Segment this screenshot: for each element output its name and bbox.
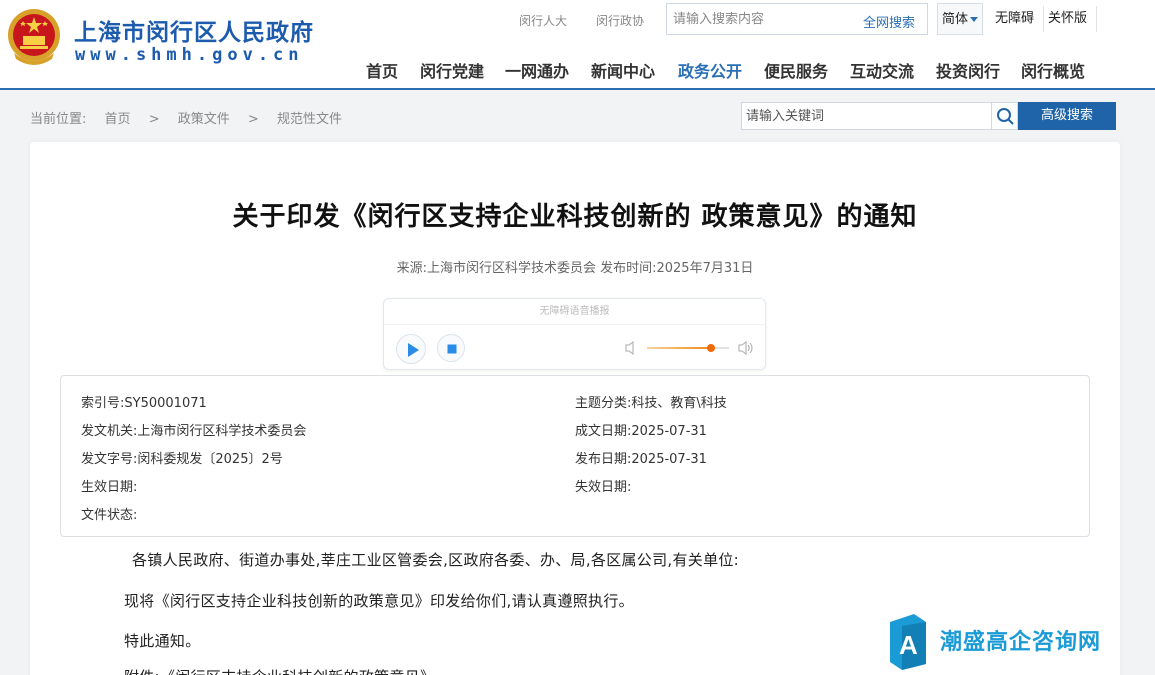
simplified-chinese-button[interactable]: 简体 [937,3,984,35]
top-link-zhengxie[interactable]: 闵行政协 [596,12,644,29]
site-header: 上海市闵行区人民政府 www.shmh.gov.cn 闵行人大 闵行政协 全网搜… [0,0,1155,90]
breadcrumb-label: 当前位置: [30,112,87,127]
stop-icon [447,344,457,354]
elderly-mode-button[interactable]: 关怀版 [1044,3,1091,35]
page-title: 关于印发《闵行区支持企业科技创新的 政策意见》的通知 [232,202,918,232]
info-index-number: 索引号:SY50001071 [81,396,207,411]
info-written-date: 成文日期:2025-07-31 [575,424,707,439]
info-expiry-date: 失效日期: [575,480,632,495]
breadcrumb-separator: > [148,112,160,127]
site-search-input[interactable] [667,4,847,34]
svg-text:A: A [899,630,918,660]
breadcrumb: 当前位置: 首页 > 政策文件 > 规范性文件 [30,108,356,127]
site-search-box: 全网搜索 [666,3,928,35]
site-domain: www.shmh.gov.cn [75,45,304,65]
breadcrumb-policy-docs[interactable]: 政策文件 [178,112,230,127]
nav-overview[interactable]: 闵行概览 [1021,58,1085,82]
site-search-button[interactable]: 全网搜索 [863,12,915,31]
watermark: A 潮盛高企咨询网 [886,612,1116,670]
nav-party[interactable]: 闵行党建 [420,58,484,82]
nav-home[interactable]: 首页 [366,58,398,82]
divider [1096,6,1097,32]
volume-fill [647,347,711,349]
stop-button[interactable] [437,334,465,362]
doc-paragraph: 现将《闵行区支持企业科技创新的政策意见》印发给你们,请认真遵照执行。 [124,592,634,610]
keyword-search-input[interactable] [742,103,990,129]
breadcrumb-separator: > [247,112,259,127]
nav-news[interactable]: 新闻中心 [591,58,655,82]
play-icon [408,343,419,357]
watermark-text: 潮盛高企咨询网 [940,629,1102,655]
nav-gov-affairs[interactable]: 政务公开 [678,58,742,82]
info-doc-number: 发文字号:闵科委规发〔2025〕2号 [81,452,283,467]
player-title: 无障碍语音播报 [384,299,765,325]
nav-investment[interactable]: 投资闵行 [936,58,1000,82]
play-button[interactable] [396,334,426,364]
audio-player: 无障碍语音播报 [383,298,766,370]
simplified-chinese-label: 简体 [942,12,969,27]
info-topic: 主题分类:科技、教育\科技 [575,396,727,411]
chevron-down-icon [970,17,979,22]
volume-handle[interactable] [706,344,715,352]
top-link-renda[interactable]: 闵行人大 [519,12,567,29]
nav-services-online[interactable]: 一网通办 [505,58,569,82]
volume-high-icon[interactable] [738,340,754,356]
info-file-status: 文件状态: [81,508,138,523]
advanced-search-button[interactable]: 高级搜索 [1018,102,1116,130]
info-effective-date: 生效日期: [81,480,138,495]
keyword-search-box [741,102,1018,130]
doc-meta: 来源:上海市闵行区科学技术委员会 发布时间:2025年7月31日 [396,261,754,276]
site-name[interactable]: 上海市闵行区人民政府 [74,13,314,47]
search-icon[interactable] [991,103,1017,129]
doc-closing: 特此通知。 [124,632,201,650]
info-issuing-agency: 发文机关:上海市闵行区科学技术委员会 [81,424,307,439]
accessibility-button[interactable]: 无障碍 [991,3,1038,35]
watermark-logo-icon: A [890,614,926,670]
doc-attachment-link[interactable]: 附件:《闵行区支持企业科技创新的政策意见》 [124,666,435,675]
document-info-table: 索引号:SY50001071 发文机关:上海市闵行区科学技术委员会 发文字号:闵… [60,375,1090,537]
breadcrumb-normative-docs[interactable]: 规范性文件 [277,112,342,127]
info-publish-date: 发布日期:2025-07-31 [575,452,707,467]
doc-addressee: 各镇人民政府、街道办事处,莘庄工业区管委会,区政府各委、办、局,各区属公司,有关… [132,551,740,569]
national-emblem-icon[interactable] [6,7,62,67]
nav-interaction[interactable]: 互动交流 [850,58,914,82]
breadcrumb-home[interactable]: 首页 [105,112,131,127]
volume-slider[interactable] [647,344,729,352]
nav-convenience[interactable]: 便民服务 [764,58,828,82]
volume-low-icon[interactable] [624,340,638,356]
